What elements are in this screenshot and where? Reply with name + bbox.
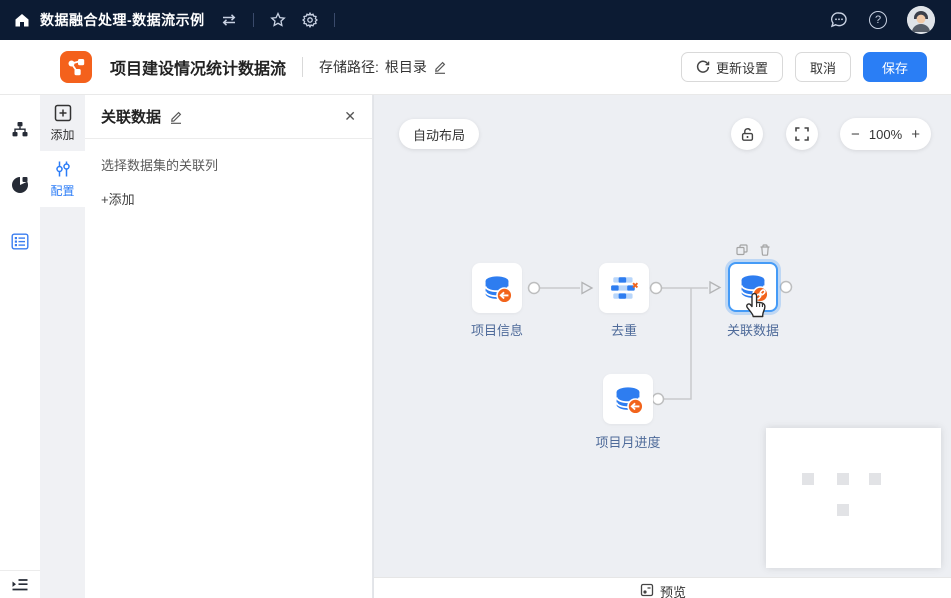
refresh-icon [696,60,710,74]
update-settings-label: 更新设置 [716,58,768,77]
minimap[interactable] [766,428,941,568]
dataset-list-icon [11,233,29,250]
config-panel-header: 关联数据 ✕ [85,95,372,139]
edit-path-icon[interactable] [433,60,447,74]
node-label: 关联数据 [698,320,808,339]
star-icon[interactable] [270,12,286,28]
tab-config[interactable]: 配置 [40,151,85,207]
save-button[interactable]: 保存 [863,52,927,82]
sidebar-item-analysis[interactable] [0,165,40,205]
gear-icon[interactable] [302,12,318,28]
left-icon-sidebar [0,95,40,598]
divider [334,13,335,27]
help-icon[interactable]: ? [869,11,887,29]
sitemap-icon [11,121,29,138]
storage-path: 存储路径: 根目录 [319,57,447,77]
preview-drawer-toggle[interactable]: 预览 [374,577,951,598]
add-join-column-link[interactable]: +添加 [101,189,356,208]
menu-unfold-icon [11,578,29,592]
plus-square-icon [54,104,72,122]
preview-label: 预览 [660,582,686,598]
preview-icon [640,583,654,597]
update-settings-button[interactable]: 更新设置 [681,52,783,82]
rename-node-icon[interactable] [169,110,183,124]
node-project-info[interactable] [472,263,522,313]
storage-path-label: 存储路径: [319,57,379,77]
chat-icon[interactable] [829,11,849,30]
node-toolbar [736,244,771,256]
workspace-title: 数据融合处理-数据流示例 [40,10,205,30]
flow-canvas[interactable]: 自动布局 − 100% + [373,95,951,598]
tab-add[interactable]: 添加 [40,95,85,151]
save-label: 保存 [882,58,908,77]
sidebar-item-datasets[interactable] [0,221,40,261]
close-panel-icon[interactable]: ✕ [344,108,356,125]
sidebar-item-flow[interactable] [0,109,40,149]
collapse-sidebar-button[interactable] [0,570,40,598]
tab-add-label: 添加 [50,126,74,143]
node-label: 去重 [569,320,679,339]
node-project-monthly-progress[interactable] [603,374,653,424]
node-label: 项目信息 [442,320,552,339]
node-label: 项目月进度 [573,432,683,451]
divider [253,13,254,27]
dataset-input-icon [481,272,513,304]
node-join-data[interactable] [728,262,778,312]
document-header-bar: 项目建设情况统计数据流 存储路径: 根目录 更新设置 取消 保存 [0,40,951,95]
node-dedupe[interactable] [599,263,649,313]
avatar[interactable] [907,6,935,34]
top-navigation-bar: 数据融合处理-数据流示例 ? [0,0,951,40]
config-panel: 关联数据 ✕ 选择数据集的关联列 +添加 [85,95,373,598]
copy-node-icon[interactable] [736,244,748,256]
dataset-join-icon [737,271,769,303]
delete-node-icon[interactable] [759,244,771,256]
minimap-node [837,504,849,516]
divider [302,57,303,77]
swap-icon[interactable] [221,13,237,27]
pie-chart-icon [11,176,29,194]
storage-path-value: 根目录 [385,57,427,77]
tab-config-label: 配置 [50,182,74,199]
main-area: 添加 配置 关联数据 ✕ 选择数据集的关联列 +添加 自动布局 [0,95,951,598]
sliders-icon [54,160,72,178]
join-columns-hint: 选择数据集的关联列 [101,155,356,174]
minimap-node [802,473,814,485]
home-icon[interactable] [14,12,30,28]
minimap-node [869,473,881,485]
editor-tool-strip: 添加 配置 [40,95,85,598]
dataset-input-icon [612,383,644,415]
cancel-button[interactable]: 取消 [795,52,851,82]
minimap-node [837,473,849,485]
cancel-label: 取消 [810,58,836,77]
dedupe-icon [609,273,639,303]
config-panel-title: 关联数据 [101,106,161,127]
dataflow-logo-icon [60,51,92,83]
dataflow-title: 项目建设情况统计数据流 [110,55,286,79]
